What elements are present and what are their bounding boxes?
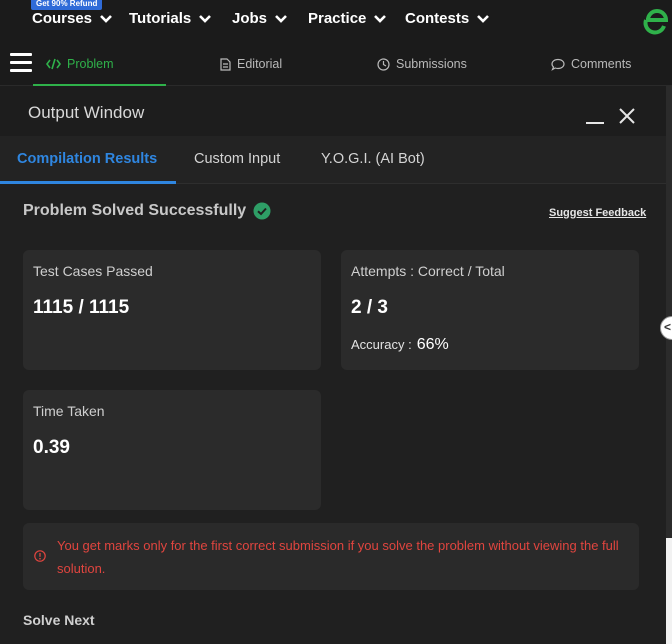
tab-editorial-label: Editorial	[237, 57, 283, 71]
test-cases-card: Test Cases Passed 1115 / 1115	[23, 250, 321, 370]
nav-practice-label: Practice	[308, 10, 367, 27]
time-taken-label: Time Taken	[33, 403, 105, 419]
tab-problem[interactable]: Problem	[46, 57, 114, 71]
output-window-header: Output Window	[0, 86, 672, 136]
check-circle-icon	[253, 202, 271, 220]
nav-jobs[interactable]: Jobs	[232, 10, 288, 27]
result-headline: Problem Solved Successfully	[23, 202, 271, 220]
output-window: Output Window Compilation Results Custom…	[0, 86, 672, 644]
warning-text: You get marks only for the first correct…	[57, 538, 619, 576]
tab-submissions-label: Submissions	[396, 57, 467, 71]
close-icon[interactable]	[618, 107, 636, 125]
time-taken-value: 0.39	[33, 437, 70, 458]
result-headline-text: Problem Solved Successfully	[23, 202, 247, 219]
attempts-card: Attempts : Correct / Total 2 / 3 Accurac…	[341, 250, 639, 370]
code-icon	[46, 58, 61, 70]
tab-problem-label: Problem	[67, 57, 114, 71]
chevron-down-icon	[374, 14, 387, 23]
nav-contests-label: Contests	[405, 10, 470, 27]
tab-editorial[interactable]: Editorial	[220, 57, 282, 71]
result-tabs: Compilation Results Custom Input Y.O.G.I…	[0, 136, 672, 184]
accuracy-value: 66%	[416, 336, 449, 353]
chevron-down-icon	[199, 14, 212, 23]
test-cases-value: 1115 / 1115	[33, 297, 130, 318]
tab-comments-label: Comments	[571, 57, 632, 71]
accuracy-label: Accuracy :	[351, 337, 412, 352]
document-icon	[220, 57, 231, 71]
scrollbar-thumb[interactable]	[666, 538, 672, 644]
chevron-down-icon	[100, 14, 112, 23]
site-logo-icon[interactable]	[640, 4, 672, 36]
nav-tutorials-label: Tutorials	[129, 10, 192, 27]
nav-contests[interactable]: Contests	[405, 10, 490, 27]
comment-icon	[551, 58, 565, 71]
output-window-title: Output Window	[28, 103, 145, 122]
nav-practice[interactable]: Practice	[308, 10, 387, 27]
tab-compilation-results[interactable]: Compilation Results	[17, 151, 157, 167]
problem-tab-bar: Problem Editorial Submissions Comments	[0, 44, 672, 86]
tab-custom-input[interactable]: Custom Input	[194, 151, 280, 167]
attempts-label: Attempts : Correct / Total	[351, 263, 505, 279]
suggest-feedback-link[interactable]: Suggest Feedback	[549, 207, 646, 219]
attempts-value: 2 / 3	[351, 297, 388, 318]
tab-comments[interactable]: Comments	[551, 57, 631, 71]
nav-courses[interactable]: Courses	[32, 10, 113, 27]
test-cases-label: Test Cases Passed	[33, 263, 153, 279]
chevron-down-icon	[275, 14, 287, 23]
clock-icon	[377, 57, 390, 71]
result-tab-indicator	[0, 181, 176, 184]
refund-badge: Get 90% Refund	[31, 0, 103, 10]
solve-next-heading: Solve Next	[23, 612, 95, 628]
tab-submissions[interactable]: Submissions	[377, 57, 467, 71]
chevron-down-icon	[477, 14, 490, 23]
info-circle-icon	[34, 550, 46, 562]
time-taken-card: Time Taken 0.39	[23, 390, 321, 510]
minimize-icon[interactable]	[586, 122, 604, 124]
top-navbar: Get 90% Refund Courses Tutorials Jobs Pr…	[0, 0, 672, 44]
hamburger-menu-icon[interactable]	[10, 53, 32, 73]
tab-yogi-ai-bot[interactable]: Y.O.G.I. (AI Bot)	[321, 151, 425, 167]
warning-box: You get marks only for the first correct…	[23, 523, 639, 590]
nav-tutorials[interactable]: Tutorials	[129, 10, 212, 27]
nav-jobs-label: Jobs	[232, 10, 268, 27]
accuracy-row: Accuracy : 66%	[351, 336, 449, 354]
nav-courses-label: Courses	[32, 10, 93, 27]
